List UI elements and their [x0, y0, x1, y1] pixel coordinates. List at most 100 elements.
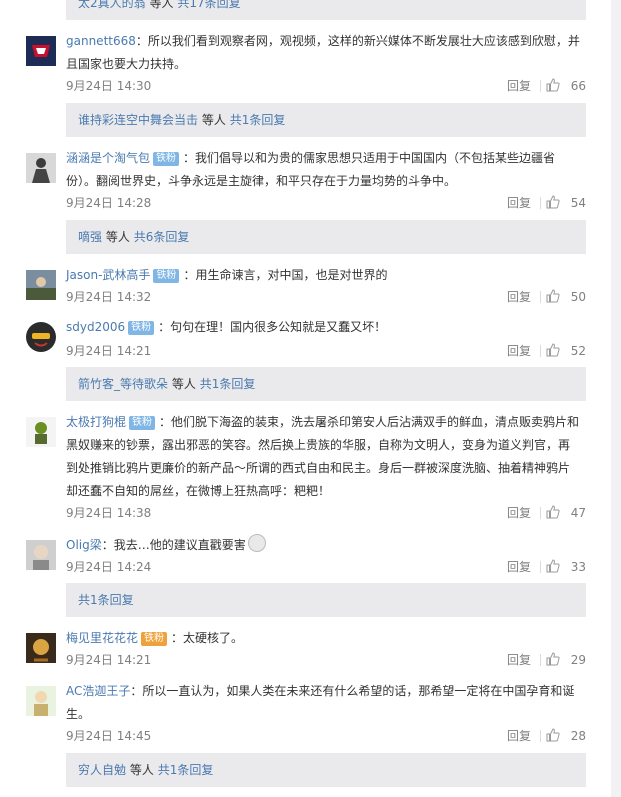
username-link[interactable]: 涵涵是个淘气包	[66, 151, 150, 165]
timestamp: 9月24日 14:45	[66, 729, 152, 743]
divider	[540, 561, 541, 573]
timestamp: 9月24日 14:24	[66, 560, 152, 574]
like-button[interactable]: 33	[546, 558, 586, 576]
avatar[interactable]	[26, 540, 56, 570]
comment-text: 太极打狗棍 铁粉 ：他们脱下海盗的装束，洗去屠杀印第安人后沾满双手的鲜血，清点贩卖鸦…	[66, 411, 581, 503]
like-button[interactable]: 50	[546, 288, 586, 306]
username-link[interactable]: Jason-武林高手	[66, 268, 150, 282]
reply-summary-bar[interactable]: 谁持彩连空中舞会当击 等人 共1条回复	[66, 103, 586, 137]
username-link[interactable]: 梅见里花花花	[66, 631, 138, 645]
avatar[interactable]	[26, 417, 56, 447]
like-count: 28	[570, 729, 586, 743]
reply-count-link[interactable]: 共17条回复	[177, 0, 240, 10]
avatar[interactable]	[26, 686, 56, 716]
reply-users[interactable]: 穷人自勉	[78, 763, 126, 777]
thumbs-up-icon	[546, 195, 560, 209]
divider	[540, 507, 541, 519]
avatar[interactable]	[26, 322, 56, 352]
comment-body: 句句在理！国内很多公知就是又蠢又坏！	[170, 320, 387, 334]
comment-body: 所以一直认为，如果人类在未来还有什么希望的话，那希望一定将在中国孕育和诞生。	[66, 684, 575, 721]
reply-summary-bar[interactable]: 太2真人的翁 等人 共17条回复	[66, 0, 586, 20]
like-count: 50	[570, 290, 586, 304]
comment-text: 涵涵是个淘气包 铁粉 ：我们倡导以和为贵的儒家思想只适用于中国国内（不包括某些边疆省…	[66, 147, 581, 193]
reply-count-link[interactable]: 共6条回复	[134, 230, 190, 244]
reply-count-link[interactable]: 共1条回复	[158, 763, 214, 777]
like-button[interactable]: 29	[546, 651, 586, 669]
like-button[interactable]: 66	[546, 77, 586, 95]
reply-count-link[interactable]: 共1条回复	[230, 113, 286, 127]
timestamp: 9月24日 14:32	[66, 290, 152, 304]
comment-meta: 9月24日 14:24 回复 33	[66, 558, 586, 576]
reply-users[interactable]: 箭竹客_等待歌朵	[78, 377, 168, 391]
username-link[interactable]: Olig梁	[66, 538, 102, 552]
colon: ：	[135, 34, 148, 48]
divider	[540, 291, 541, 303]
fan-badge[interactable]: 铁粉	[153, 152, 180, 166]
reply-suffix: 等人	[129, 763, 154, 777]
timestamp: 9月24日 14:30	[66, 79, 152, 93]
reply-count-link[interactable]: 共1条回复	[78, 593, 134, 607]
reply-suffix: 等人	[171, 377, 196, 391]
colon: ：	[101, 538, 114, 552]
comment-text: 梅见里花花花 铁粉 ：太硬核了。	[66, 627, 581, 650]
colon: ：	[183, 151, 196, 165]
reply-users[interactable]: 谁持彩连空中舞会当击	[78, 113, 198, 127]
like-button[interactable]: 47	[546, 504, 586, 522]
username-link[interactable]: sdyd2006	[66, 320, 125, 334]
reply-button[interactable]: 回复	[507, 194, 531, 212]
avatar[interactable]	[26, 633, 56, 663]
comment-meta: 9月24日 14:32 回复 50	[66, 288, 586, 306]
reply-button[interactable]: 回复	[507, 558, 531, 576]
comment-meta: 9月24日 14:21 回复 52	[66, 342, 586, 360]
reply-users[interactable]: 太2真人的翁	[78, 0, 146, 10]
like-count: 54	[570, 196, 586, 210]
username-link[interactable]: 太极打狗棍	[66, 415, 126, 429]
fan-badge[interactable]: 铁粉	[141, 632, 168, 646]
like-button[interactable]: 28	[546, 727, 586, 745]
reply-summary-bar[interactable]: 共1条回复	[66, 583, 586, 617]
comment-meta: 9月24日 14:21 回复 29	[66, 651, 586, 669]
timestamp: 9月24日 14:38	[66, 506, 152, 520]
comment-meta: 9月24日 14:45 回复 28	[66, 727, 586, 745]
thumbs-up-icon	[546, 559, 560, 573]
like-button[interactable]: 52	[546, 342, 586, 360]
reply-summary-bar[interactable]: 箭竹客_等待歌朵 等人 共1条回复	[66, 367, 586, 401]
fan-badge[interactable]: 铁粉	[128, 321, 155, 335]
like-count: 52	[570, 344, 586, 358]
like-count: 47	[570, 506, 586, 520]
comment-body: 我去…他的建议直戳要害	[113, 538, 246, 552]
fan-badge[interactable]: 铁粉	[153, 269, 180, 283]
reply-button[interactable]: 回复	[507, 504, 531, 522]
reply-count-link[interactable]: 共1条回复	[200, 377, 256, 391]
like-button[interactable]: 54	[546, 194, 586, 212]
divider	[540, 345, 541, 357]
reply-summary-bar[interactable]: 穷人自勉 等人 共1条回复	[66, 753, 586, 787]
reply-button[interactable]: 回复	[507, 651, 531, 669]
reply-button[interactable]: 回复	[507, 288, 531, 306]
comment-text: Jason-武林高手 铁粉 ：用生命谏言，对中国，也是对世界的	[66, 264, 581, 287]
comment-text: sdyd2006 铁粉 ：句句在理！国内很多公知就是又蠢又坏！	[66, 316, 581, 339]
timestamp: 9月24日 14:21	[66, 653, 152, 667]
reply-suffix: 等人	[201, 113, 226, 127]
divider	[540, 197, 541, 209]
like-count: 33	[570, 560, 586, 574]
avatar[interactable]	[26, 153, 56, 183]
fan-badge[interactable]: 铁粉	[129, 416, 156, 430]
reply-button[interactable]: 回复	[507, 342, 531, 360]
reply-button[interactable]: 回复	[507, 727, 531, 745]
reply-users[interactable]: 嘀强	[78, 230, 102, 244]
like-count: 29	[570, 653, 586, 667]
comment-text: gannett668：所以我们看到观察者网，观视频，这样的新兴媒体不断发展壮大应…	[66, 30, 581, 76]
divider	[540, 730, 541, 742]
reply-button[interactable]: 回复	[507, 77, 531, 95]
reply-summary-bar[interactable]: 嘀强 等人 共6条回复	[66, 220, 586, 254]
username-link[interactable]: AC浩迦王子	[66, 684, 130, 698]
comment-feed: 太2真人的翁 等人 共17条回复 gannett668：所以我们看到观察者网，观…	[0, 0, 611, 797]
comment-body: 用生命谏言，对中国，也是对世界的	[195, 268, 388, 282]
comment-meta: 9月24日 14:28 回复 54	[66, 194, 586, 212]
colon: ：	[183, 268, 196, 282]
username-link[interactable]: gannett668	[66, 34, 136, 48]
avatar[interactable]	[26, 36, 56, 66]
avatar[interactable]	[26, 270, 56, 300]
comment-meta: 9月24日 14:38 回复 47	[66, 504, 586, 522]
